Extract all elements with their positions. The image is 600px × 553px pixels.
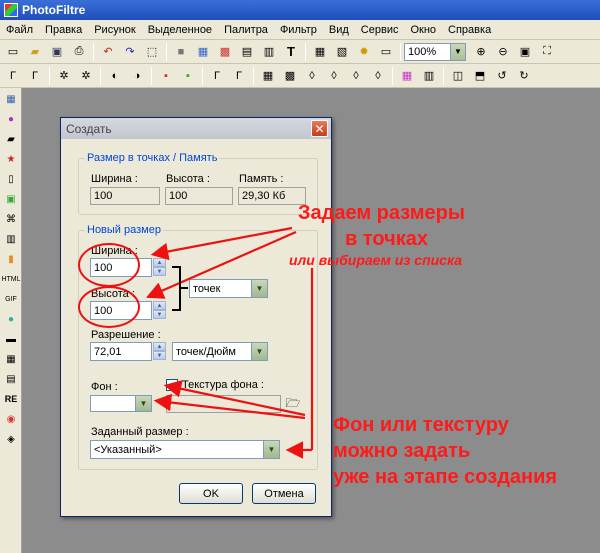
annotation-line-4: Фон или текстуру: [333, 414, 509, 436]
annotation-line-3: или выбираем из списка: [289, 252, 463, 268]
annotation-line-6: уже на этапе создания: [333, 466, 558, 488]
annotation-line-1: Задаем размеры: [298, 202, 465, 224]
annotation-line-2: в точках: [345, 228, 428, 250]
annotation-line-5: можно задать: [333, 440, 471, 462]
